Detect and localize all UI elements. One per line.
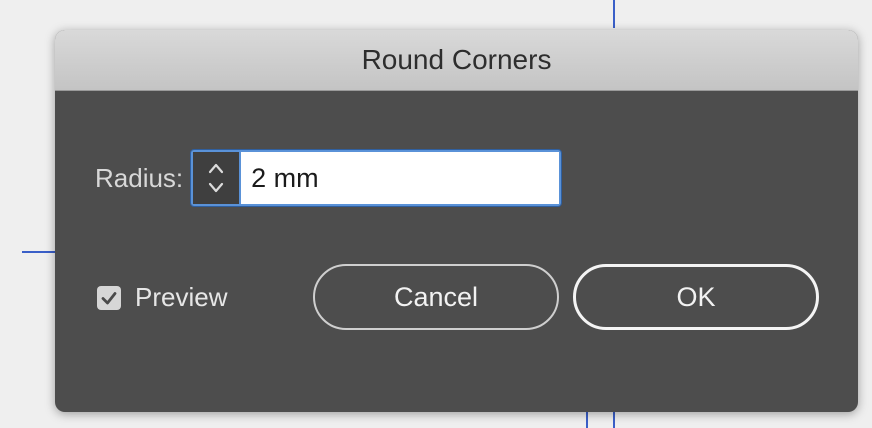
guide-line bbox=[613, 412, 615, 428]
dialog-titlebar[interactable]: Round Corners bbox=[55, 30, 858, 91]
radius-field bbox=[191, 150, 562, 206]
ok-button-label: OK bbox=[676, 281, 716, 312]
checkmark-icon bbox=[101, 291, 117, 304]
radius-label: Radius: bbox=[95, 162, 184, 193]
ok-button[interactable]: OK bbox=[573, 264, 819, 330]
preview-checkbox-row[interactable]: Preview bbox=[97, 282, 227, 313]
guide-line bbox=[586, 412, 588, 428]
guide-line bbox=[22, 251, 56, 253]
guide-line bbox=[613, 0, 615, 28]
round-corners-dialog: Round Corners Radius: Preview bbox=[55, 30, 858, 412]
document-canvas: Round Corners Radius: Preview bbox=[0, 0, 872, 428]
radius-row: Radius: bbox=[95, 150, 562, 206]
radius-input[interactable] bbox=[241, 152, 560, 204]
up-down-arrows-icon bbox=[209, 163, 224, 193]
dialog-title: Round Corners bbox=[361, 44, 552, 75]
cancel-button-label: Cancel bbox=[393, 281, 479, 312]
cancel-button[interactable]: Cancel bbox=[313, 264, 559, 330]
preview-label: Preview bbox=[135, 282, 228, 312]
preview-checkbox[interactable] bbox=[97, 285, 121, 310]
radius-stepper[interactable] bbox=[193, 152, 242, 204]
